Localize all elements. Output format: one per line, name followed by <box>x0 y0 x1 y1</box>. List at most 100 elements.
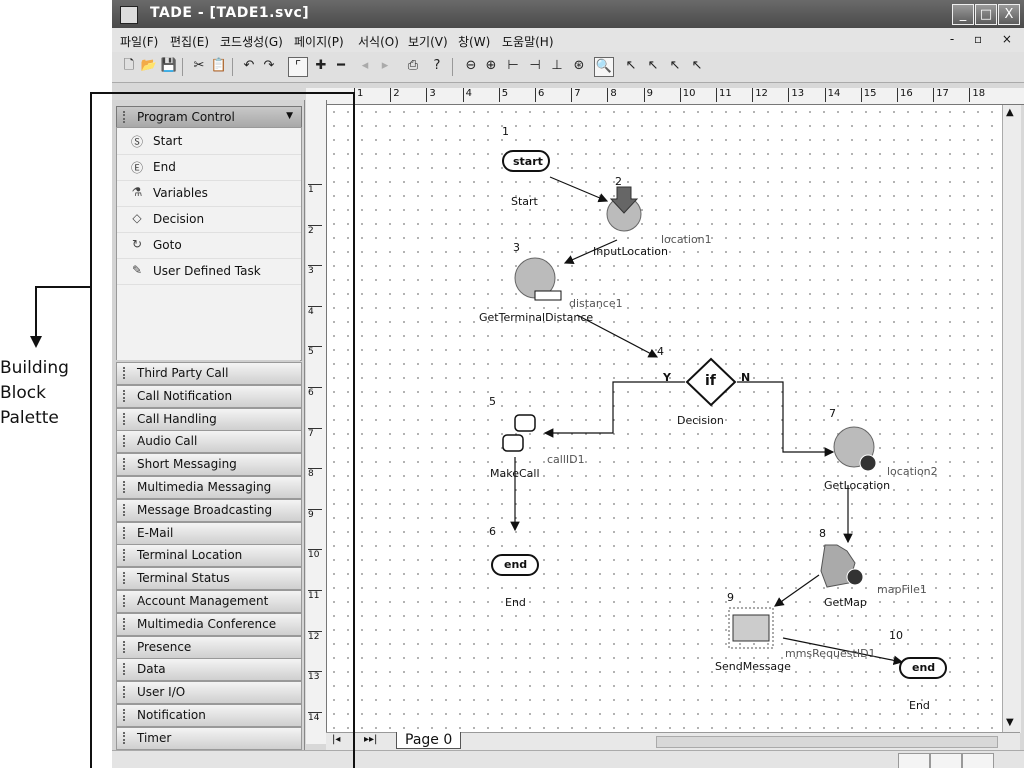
last-page-icon[interactable]: ▸▸| <box>364 734 377 745</box>
remove-icon[interactable]: ━ <box>332 57 350 75</box>
menu-page[interactable]: 페이지(P) <box>294 33 344 50</box>
menu-window[interactable]: 창(W) <box>458 33 490 50</box>
phone-icon <box>502 434 524 452</box>
open-folder-icon[interactable]: 📂 <box>140 57 158 75</box>
toolbar-separator <box>182 58 183 76</box>
horizontal-ruler: 1 2 3 4 5 6 7 8 9 10 11 12 13 14 15 16 17 18 <box>306 88 1024 105</box>
minimize-button[interactable]: _ <box>952 4 974 25</box>
print-icon[interactable]: ⎙ <box>404 57 422 75</box>
node-label: GetLocation <box>824 479 891 492</box>
node-label: InputLocation <box>593 245 669 258</box>
maximize-button[interactable]: □ <box>975 4 997 25</box>
menu-help[interactable]: 도움말(H) <box>502 33 554 50</box>
ruler-mark: 6 <box>535 88 544 102</box>
connector-2-icon[interactable]: ↖ <box>644 57 662 75</box>
ruler-mark: 7 <box>571 88 581 102</box>
menu-file[interactable]: 파일(F) <box>120 33 158 50</box>
cut-icon[interactable]: ✂ <box>190 57 208 75</box>
variable-label: distance1 <box>569 297 623 310</box>
phone-icon <box>514 414 536 432</box>
yes-branch-label: Y <box>663 371 671 384</box>
help-icon[interactable]: ? <box>428 57 446 75</box>
redo-icon[interactable]: ↷ <box>260 57 278 75</box>
scroll-down-icon[interactable]: ▼ <box>1006 717 1014 728</box>
node-number: 10 <box>889 629 903 642</box>
variable-label: location1 <box>661 233 712 246</box>
node-number: 7 <box>829 407 836 420</box>
node-label: End <box>505 596 526 609</box>
node-number: 2 <box>615 175 622 188</box>
diagram-canvas[interactable]: 1 Start start 2 InputLocation location1 3 GetTe… <box>327 105 1002 733</box>
window-title: TADE - [TADE1.svc] <box>150 5 310 21</box>
ruler-mark: 3 <box>426 88 436 102</box>
ruler-mark: 10 <box>679 88 696 102</box>
app-icon <box>120 6 138 24</box>
connector-1-icon[interactable]: ↖ <box>622 57 640 75</box>
variable-label: callID1 <box>547 453 585 466</box>
vertical-scrollbar[interactable]: ▲ ▼ <box>1002 105 1021 733</box>
annotation-arrow <box>30 286 90 348</box>
zoom-out-icon[interactable]: ⊖ <box>462 57 480 75</box>
next-arrow-icon[interactable]: ▸ <box>376 57 394 75</box>
connector-arrow <box>774 574 820 607</box>
status-panel <box>962 753 994 768</box>
select-tool-icon[interactable]: ⌜ <box>288 57 308 77</box>
prev-arrow-icon[interactable]: ◂ <box>356 57 374 75</box>
ruler-mark: 18 <box>969 88 985 102</box>
ruler-mark: 12 <box>752 88 768 102</box>
menu-format[interactable]: 서식(O) <box>358 33 399 50</box>
ruler-mark: 16 <box>897 88 913 102</box>
decision-text: if <box>705 373 716 389</box>
connector-3-icon[interactable]: ↖ <box>666 57 684 75</box>
node-label: GetTerminalDistance <box>479 311 594 324</box>
horizontal-scrollbar[interactable] <box>656 736 998 748</box>
node-number: 3 <box>513 241 520 254</box>
film-icon <box>732 614 770 642</box>
ruler-mark: 17 <box>933 88 949 102</box>
annotation-line: Palette <box>0 408 59 428</box>
node-number: 1 <box>502 125 509 138</box>
toolbar-separator <box>452 58 453 76</box>
node-number: 6 <box>489 525 496 538</box>
close-button[interactable]: X <box>998 4 1020 25</box>
toolbar-separator <box>232 58 233 76</box>
add-icon[interactable]: ✚ <box>312 57 330 75</box>
undo-icon[interactable]: ↶ <box>240 57 258 75</box>
zoom-tool-icon[interactable]: 🔍 <box>594 57 614 77</box>
ruler-mark: 9 <box>643 88 653 102</box>
status-panel <box>898 753 930 768</box>
menu-edit[interactable]: 편집(E) <box>170 33 209 50</box>
title-bar: TADE - [TADE1.svc] _ □ X <box>112 0 1024 28</box>
node-label: Decision <box>677 414 724 427</box>
ruler-mark: 14 <box>824 88 840 102</box>
align-center-icon[interactable]: ⊣ <box>526 57 544 75</box>
ruler-mark: 13 <box>788 88 804 102</box>
node-label: End <box>909 699 930 712</box>
new-file-icon[interactable]: 🗋 <box>120 57 138 75</box>
scroll-up-icon[interactable]: ▲ <box>1006 107 1014 118</box>
mdi-controls[interactable]: - ▫ × <box>950 32 1020 46</box>
ruler-mark: 5 <box>498 88 508 102</box>
zoom-in-icon[interactable]: ⊕ <box>482 57 500 75</box>
align-right-icon[interactable]: ⊥ <box>548 57 566 75</box>
variable-label: mapFile1 <box>877 583 927 596</box>
connector-arrow <box>549 176 609 203</box>
ruler-mark: 8 <box>607 88 617 102</box>
menu-bar: 파일(F) 편집(E) 코드생성(G) 페이지(P) 서식(O) 보기(V) 창… <box>112 28 1024 52</box>
ruler-mark: 4 <box>462 88 472 102</box>
variable-label: location2 <box>887 465 938 478</box>
menu-codegen[interactable]: 코드생성(G) <box>220 33 283 50</box>
paste-icon[interactable]: 📋 <box>210 57 228 75</box>
ruler-mark: 15 <box>860 88 877 102</box>
align-left-icon[interactable]: ⊢ <box>504 57 522 75</box>
zoom-fit-icon[interactable]: ⊛ <box>570 57 588 75</box>
page-tab[interactable]: Page 0 <box>396 732 462 749</box>
node-number: 5 <box>489 395 496 408</box>
node-label: Start <box>511 195 538 208</box>
connector-4-icon[interactable]: ↖ <box>688 57 706 75</box>
terminal-text: start <box>513 155 543 168</box>
terminal-text: end <box>504 558 528 571</box>
menu-view[interactable]: 보기(V) <box>408 33 448 50</box>
save-icon[interactable]: 💾 <box>160 57 178 75</box>
node-label: SendMessage <box>715 660 791 673</box>
